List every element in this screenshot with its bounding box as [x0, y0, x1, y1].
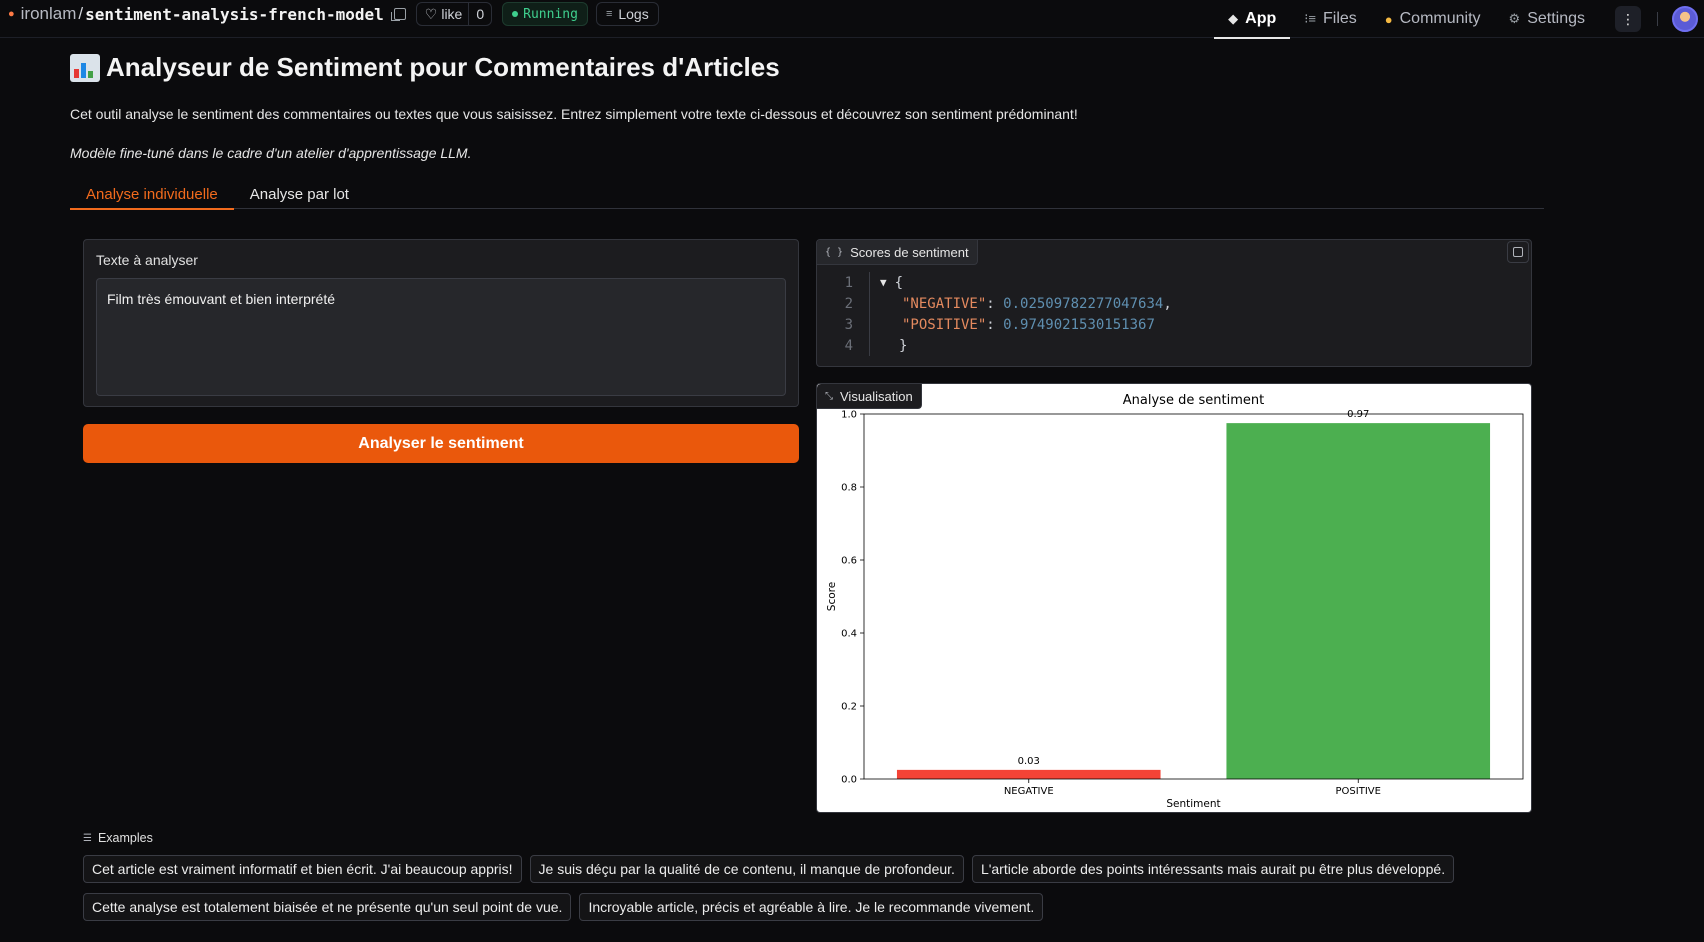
nav-files-label: Files: [1322, 10, 1357, 27]
examples-list: Cet article est vraiment informatif et b…: [83, 855, 1543, 921]
y-tick-label: 0.0: [841, 775, 857, 786]
files-icon: ⁝≡: [1304, 11, 1316, 26]
x-tick-label: NEGATIVE: [1004, 786, 1054, 797]
code-line: 3 "POSITIVE" : 0.9749021530151367: [817, 314, 1531, 335]
repo-name-link[interactable]: sentiment-analysis-french-model: [85, 5, 384, 24]
json-key-positive: "POSITIVE": [902, 316, 987, 333]
chart-title: Analyse de sentiment: [1123, 393, 1264, 408]
heart-icon: ♡: [424, 5, 438, 22]
bar-chart-icon: [70, 53, 100, 82]
gear-icon: ⚙: [1508, 11, 1521, 26]
user-avatar[interactable]: [1672, 6, 1698, 32]
line-number: 4: [844, 337, 853, 354]
page-description: Cet outil analyse le sentiment des comme…: [70, 106, 1078, 122]
line-number: 2: [844, 295, 853, 312]
x-axis-label: Sentiment: [1166, 798, 1220, 810]
copy-icon[interactable]: [390, 8, 406, 21]
status-dot-icon: [512, 11, 519, 17]
nav-divider: [1657, 12, 1658, 26]
model-note: Modèle fine-tuné dans le cadre d'un atel…: [70, 145, 472, 161]
chart-bar-negative: [896, 769, 1161, 779]
collapse-triangle-icon[interactable]: ▼: [880, 276, 887, 289]
nav-settings-label: Settings: [1527, 10, 1585, 27]
text-input-block: Texte à analyser Film très émouvant et b…: [83, 239, 799, 407]
owner-icon: ●: [8, 8, 15, 20]
code-line: 2 "NEGATIVE" : 0.02509782277047634 ,: [817, 293, 1531, 314]
more-options-button[interactable]: ⋮: [1615, 6, 1641, 32]
example-item[interactable]: Incroyable article, précis et agréable à…: [579, 893, 1044, 921]
nav-files[interactable]: ⁝≡ Files: [1290, 0, 1371, 38]
visualisation-label: Visualisation: [840, 388, 913, 404]
chart-icon: ⤡: [825, 390, 833, 402]
nav-app[interactable]: ◆ App: [1214, 0, 1291, 39]
status-label: Running: [523, 6, 578, 22]
repo-separator: /: [78, 4, 84, 23]
example-item[interactable]: Cet article est vraiment informatif et b…: [83, 855, 522, 883]
json-output-tag: { } Scores de sentiment: [817, 240, 978, 265]
y-tick-label: 0.4: [841, 629, 857, 640]
nav-community[interactable]: ● Community: [1371, 0, 1495, 38]
status-badge[interactable]: Running: [502, 2, 588, 26]
braces-icon: { }: [825, 246, 844, 258]
logs-icon: ≡: [605, 8, 613, 20]
y-tick-label: 1.0: [841, 410, 857, 421]
open-brace: {: [894, 274, 904, 291]
analyze-button[interactable]: Analyser le sentiment: [83, 424, 799, 463]
tab-analyse-individuelle[interactable]: Analyse individuelle: [70, 180, 234, 210]
repo-owner-link[interactable]: ironlam: [21, 4, 77, 24]
repo-header: ● ironlam / sentiment-analysis-french-mo…: [8, 2, 659, 26]
json-output-label: Scores de sentiment: [850, 244, 969, 260]
text-input-label: Texte à analyser: [96, 252, 198, 268]
y-tick-label: 0.2: [841, 702, 857, 713]
visualisation-block: ⤡ Visualisation Analyse de sentiment 0.03…: [816, 383, 1532, 813]
logs-button[interactable]: ≡ Logs: [595, 2, 659, 26]
cube-icon: ◆: [1228, 11, 1239, 26]
code-line: 1 ▼ {: [817, 272, 1531, 293]
x-tick-label: POSITIVE: [1336, 786, 1381, 797]
logs-label: Logs: [618, 6, 649, 22]
like-count[interactable]: 0: [468, 3, 491, 25]
json-key-negative: "NEGATIVE": [902, 295, 987, 312]
y-axis-label: Score: [826, 582, 838, 611]
json-output-block: { } Scores de sentiment 1 ▼ { 2 "NEGATIV…: [816, 239, 1532, 367]
code-line: 4 }: [817, 335, 1531, 356]
chart-data-label: 0.03: [1018, 756, 1040, 767]
chart-bar-positive: [1226, 423, 1491, 779]
close-brace: }: [899, 337, 908, 354]
examples-label: Examples: [97, 831, 153, 845]
nav-settings[interactable]: ⚙ Settings: [1495, 0, 1599, 38]
json-value-negative: 0.02509782277047634: [1003, 295, 1164, 312]
example-item[interactable]: L'article aborde des points intéressants…: [971, 855, 1455, 883]
examples-header: ☰ Examples: [83, 831, 153, 845]
page-title-text: Analyseur de Sentiment pour Commentaires…: [106, 52, 780, 82]
nav-community-label: Community: [1399, 10, 1481, 27]
y-tick-label: 0.6: [841, 556, 857, 567]
more-vertical-icon: ⋮: [1621, 10, 1635, 27]
copy-json-button[interactable]: [1507, 241, 1529, 263]
like-button[interactable]: ♡ like 0: [415, 2, 493, 26]
line-number: 3: [844, 316, 853, 333]
space-nav: ◆ App ⁝≡ Files ● Community ⚙ Settings ⋮: [1214, 0, 1704, 39]
tab-bar: Analyse individuelle Analyse par lot: [70, 180, 1544, 210]
visualisation-tag: ⤡ Visualisation: [817, 384, 922, 409]
text-input-field[interactable]: Film très émouvant et bien interprété: [96, 278, 786, 396]
json-value-positive: 0.9749021530151367: [1003, 316, 1155, 333]
line-number: 1: [844, 274, 853, 291]
json-viewer: 1 ▼ { 2 "NEGATIVE" : 0.02509782277047634…: [817, 272, 1531, 356]
y-tick-label: 0.8: [841, 483, 857, 494]
page-title: Analyseur de Sentiment pour Commentaires…: [70, 52, 780, 83]
nav-app-label: App: [1245, 10, 1277, 27]
copy-icon: [1513, 247, 1523, 257]
sentiment-bar-chart: Analyse de sentiment 0.03 NEGATIVE 0.97 POSI…: [826, 393, 1524, 810]
example-item[interactable]: Je suis déçu par la qualité de ce conten…: [529, 855, 964, 883]
chart-data-label: 0.97: [1347, 409, 1369, 420]
top-bar: ● ironlam / sentiment-analysis-french-mo…: [0, 0, 1704, 39]
community-icon: ●: [1384, 11, 1393, 27]
tab-analyse-par-lot[interactable]: Analyse par lot: [234, 180, 365, 209]
list-icon: ☰: [83, 832, 92, 844]
example-item[interactable]: Cette analyse est totalement biaisée et …: [83, 893, 572, 921]
like-label: like: [441, 6, 463, 22]
